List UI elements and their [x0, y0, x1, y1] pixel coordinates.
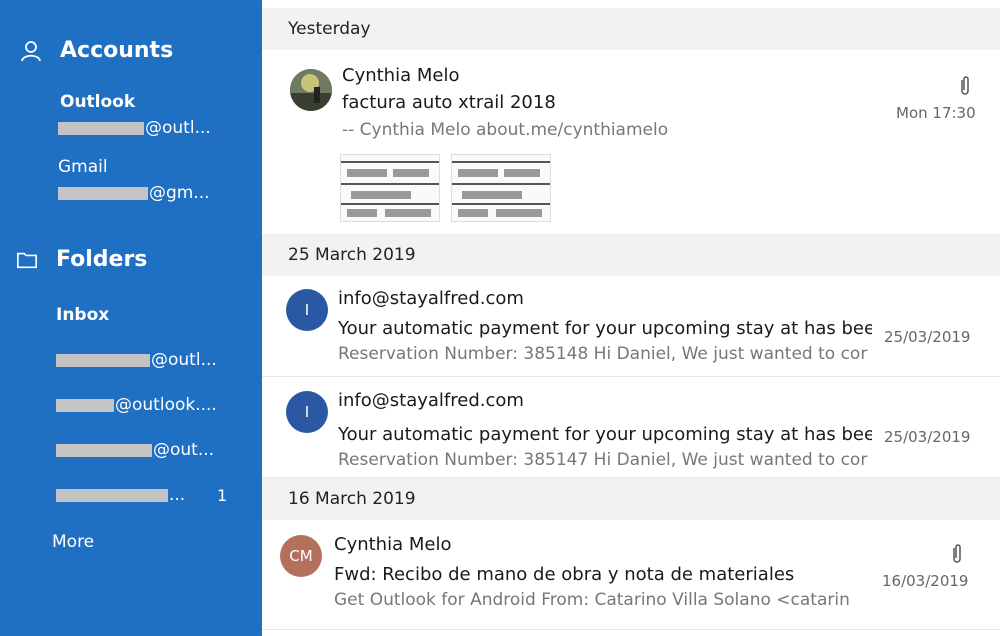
folder-item[interactable]: @outl... [56, 350, 217, 370]
message-item[interactable]: I info@stayalfred.com Your automatic pay… [262, 276, 1000, 377]
attachment-thumbnail[interactable] [451, 154, 551, 222]
account-outlook-email[interactable]: @outl... [58, 118, 211, 138]
message-item[interactable]: Cynthia Melo factura auto xtrail 2018 --… [262, 52, 1000, 238]
message-item[interactable]: I info@stayalfred.com Your automatic pay… [262, 378, 1000, 478]
date-group-header: 25 March 2019 [262, 234, 1000, 276]
unread-count: 1 [217, 486, 228, 505]
avatar: I [286, 391, 328, 433]
folders-title: Folders [56, 247, 148, 272]
message-date: 25/03/2019 [884, 328, 971, 346]
avatar: I [286, 289, 328, 331]
message-date: Mon 17:30 [896, 104, 976, 122]
paperclip-icon [953, 544, 961, 563]
message-preview: Reservation Number: 385147 Hi Daniel, We… [338, 450, 868, 470]
redacted-text [58, 121, 144, 135]
redacted-text [56, 398, 114, 412]
folder-inbox[interactable]: Inbox [56, 305, 109, 325]
folder-item[interactable]: @outlook.... [56, 395, 217, 415]
message-list: Yesterday Cynthia Melo factura auto xtra… [262, 0, 1000, 636]
message-preview: -- Cynthia Melo about.me/cynthiamelo [342, 120, 669, 140]
folder-icon [16, 249, 38, 271]
message-subject: Fwd: Recibo de mano de obra y nota de ma… [334, 564, 795, 585]
accounts-title: Accounts [60, 38, 174, 63]
redacted-text [58, 186, 148, 200]
message-date: 25/03/2019 [884, 428, 971, 446]
paperclip-icon [961, 76, 969, 95]
avatar [290, 69, 332, 111]
message-sender: Cynthia Melo [334, 534, 452, 555]
account-outlook[interactable]: Outlook [60, 92, 135, 112]
message-subject: Your automatic payment for your upcoming… [338, 318, 872, 339]
folder-item[interactable]: @out... [56, 440, 214, 460]
redacted-text [56, 443, 152, 457]
message-subject: Your automatic payment for your upcoming… [338, 424, 872, 445]
date-group-header: 16 March 2019 [262, 478, 1000, 520]
message-item[interactable]: CM Cynthia Melo Fwd: Recibo de mano de o… [262, 520, 1000, 630]
accounts-header[interactable]: Accounts [20, 38, 173, 63]
person-icon [20, 40, 42, 62]
message-preview: Get Outlook for Android From: Catarino V… [334, 590, 850, 610]
message-date: 16/03/2019 [882, 572, 969, 590]
avatar: CM [280, 535, 322, 577]
more-button[interactable]: More [52, 532, 94, 552]
message-sender: info@stayalfred.com [338, 288, 524, 309]
message-sender: Cynthia Melo [342, 65, 460, 86]
message-subject: factura auto xtrail 2018 [342, 92, 556, 113]
folder-item[interactable]: ... [56, 485, 185, 505]
redacted-text [56, 488, 168, 502]
account-gmail[interactable]: Gmail [58, 157, 108, 177]
redacted-text [56, 353, 150, 367]
sidebar: Accounts Outlook @outl... Gmail @gm... F… [0, 0, 262, 636]
date-group-header: Yesterday [262, 8, 1000, 50]
message-preview: Reservation Number: 385148 Hi Daniel, We… [338, 344, 868, 364]
message-sender: info@stayalfred.com [338, 390, 524, 411]
attachment-thumbnail[interactable] [340, 154, 440, 222]
folders-header[interactable]: Folders [16, 247, 147, 272]
account-gmail-email[interactable]: @gm... [58, 183, 210, 203]
